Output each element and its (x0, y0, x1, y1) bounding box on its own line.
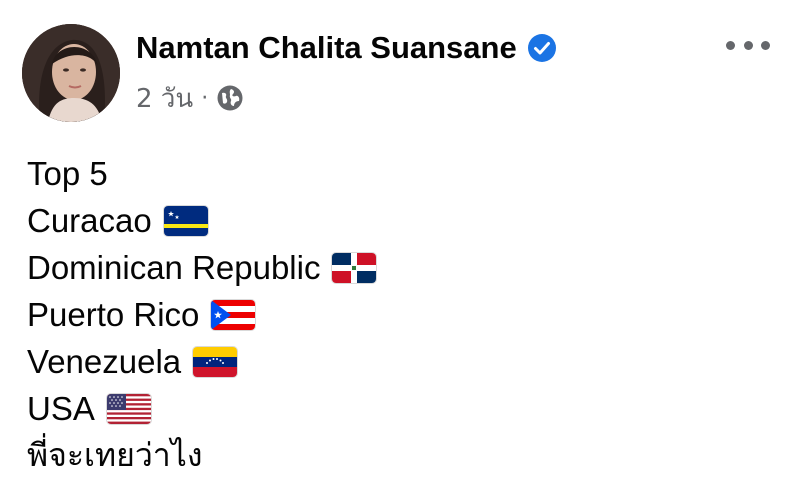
post-timestamp[interactable]: 2 วัน (136, 78, 193, 119)
facebook-post: Namtan Chalita Suansane 2 วัน · Top 5 Cu… (0, 0, 800, 492)
country-name: Dominican Republic (27, 248, 321, 286)
puerto-rico-flag-icon (211, 299, 256, 330)
country-name: Curacao (27, 201, 152, 239)
curacao-flag-icon (163, 205, 208, 236)
list-item: Curacao (27, 197, 780, 244)
country-name: Venezuela (27, 342, 182, 380)
avatar[interactable] (22, 24, 120, 122)
post-line-heading: Top 5 (27, 150, 780, 197)
author-name[interactable]: Namtan Chalita Suansane (136, 30, 517, 66)
post-body: Top 5 Curacao Dominican Republic Puerto … (27, 150, 780, 479)
avatar-image (22, 24, 120, 122)
dominican-republic-flag-icon (332, 252, 377, 283)
usa-flag-icon (106, 393, 151, 424)
meta-separator: · (201, 85, 209, 111)
closing-text: พี่จะเทยว่าไง (27, 436, 203, 474)
more-options-icon[interactable] (726, 30, 770, 60)
more-dot (743, 40, 753, 50)
more-dot (761, 40, 770, 50)
list-item: Venezuela (27, 338, 780, 385)
post-meta: 2 วัน · (136, 80, 244, 116)
country-name: USA (27, 389, 95, 427)
post-line-closing: พี่จะเทยว่าไง (27, 432, 780, 479)
verified-badge-icon (527, 33, 557, 63)
more-dot (726, 40, 735, 50)
country-name: Puerto Rico (27, 295, 200, 333)
heading-text: Top 5 (27, 154, 108, 192)
list-item: USA (27, 385, 780, 432)
list-item: Dominican Republic (27, 244, 780, 291)
venezuela-flag-icon (193, 346, 238, 377)
list-item: Puerto Rico (27, 291, 780, 338)
author-row: Namtan Chalita Suansane (136, 26, 557, 70)
globe-icon[interactable] (216, 84, 244, 112)
